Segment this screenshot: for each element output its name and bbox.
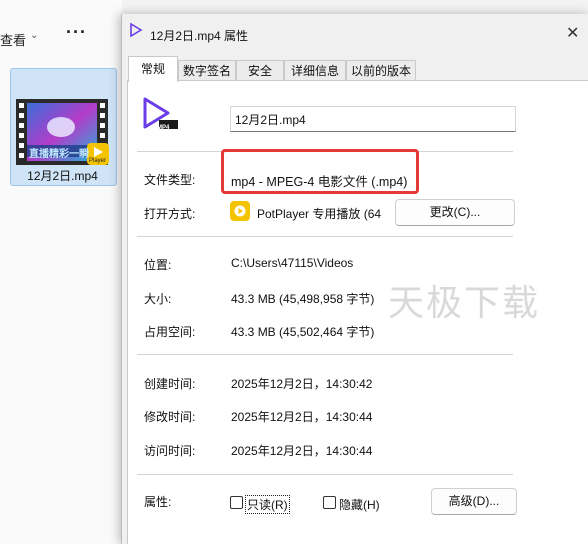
separator	[137, 236, 513, 237]
tab-digital-signatures[interactable]: 数字签名	[178, 60, 236, 80]
attributes-label: 属性:	[144, 495, 172, 509]
hidden-checkbox[interactable]	[323, 496, 336, 509]
advanced-button[interactable]: 高级(D)...	[431, 488, 517, 515]
player-badge: Player	[89, 158, 107, 164]
size-on-disk-value: 43.3 MB (45,502,464 字节)	[231, 325, 375, 339]
media-file-icon	[130, 22, 143, 38]
dialog-title: 12月2日.mp4 属性	[150, 29, 249, 43]
tab-previous-versions[interactable]: 以前的版本	[346, 60, 416, 80]
more-options-button[interactable]: ···	[66, 22, 87, 43]
size-label: 大小:	[144, 292, 172, 306]
thumbnail-caption: 直播精彩一瞬	[29, 149, 89, 160]
view-menu-button[interactable]: 查看	[0, 30, 26, 49]
accessed-value: 2025年12月2日，14:30:44	[231, 444, 373, 458]
close-button[interactable]: ✕	[566, 23, 579, 43]
file-name-input[interactable]	[230, 106, 516, 132]
modified-value: 2025年12月2日，14:30:44	[231, 410, 373, 424]
created-label: 创建时间:	[144, 377, 196, 391]
tab-details[interactable]: 详细信息	[284, 60, 346, 80]
modified-label: 修改时间:	[144, 410, 196, 424]
location-label: 位置:	[144, 258, 172, 272]
hidden-label[interactable]: 隐藏(H)	[339, 496, 380, 513]
opens-with-value: PotPlayer 专用播放 (64	[257, 207, 382, 221]
created-value: 2025年12月2日，14:30:42	[231, 377, 373, 391]
highlight-box	[221, 149, 419, 194]
tab-security[interactable]: 安全	[236, 60, 284, 80]
file-icon-badge: MP4	[157, 125, 170, 131]
potplayer-icon	[230, 201, 250, 221]
size-value: 43.3 MB (45,498,958 字节)	[231, 292, 375, 306]
separator	[137, 354, 513, 355]
opens-with-label: 打开方式:	[144, 207, 196, 221]
file-name-label: 12月2日.mp4	[27, 169, 98, 183]
accessed-label: 访问时间:	[144, 444, 196, 458]
readonly-label[interactable]: 只读(R)	[245, 495, 290, 514]
watermark-text: 天极下载	[388, 282, 541, 323]
tab-general[interactable]: 常规	[128, 56, 178, 82]
file-type-label: 文件类型:	[144, 173, 196, 187]
chevron-down-icon[interactable]: ⌄	[30, 30, 38, 41]
separator	[137, 474, 513, 475]
location-value: C:\Users\47115\Videos	[231, 256, 354, 270]
size-on-disk-label: 占用空间:	[144, 325, 196, 339]
readonly-checkbox[interactable]	[230, 496, 243, 509]
change-button[interactable]: 更改(C)...	[395, 199, 515, 226]
